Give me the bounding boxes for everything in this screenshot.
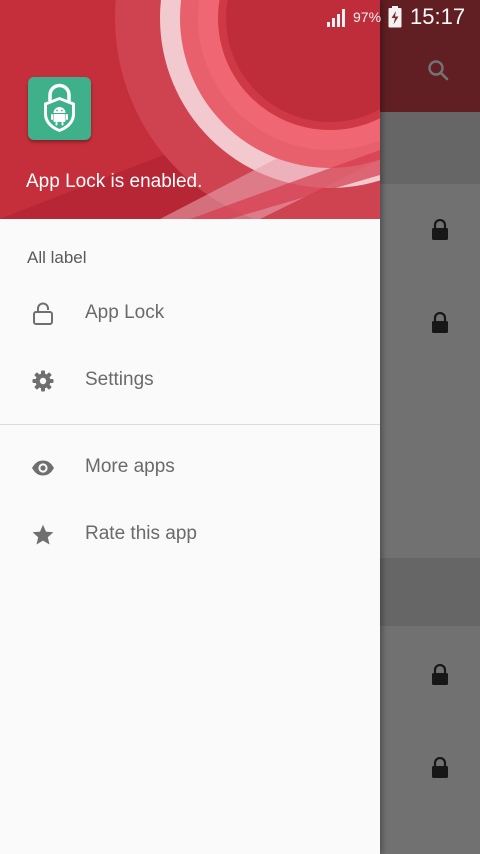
battery-charging-icon xyxy=(388,6,402,28)
menu-item-label: More apps xyxy=(85,456,175,477)
status-bar: 97% 15:17 xyxy=(0,0,480,36)
gear-icon xyxy=(32,370,54,392)
signal-icon xyxy=(327,9,345,27)
star-icon xyxy=(32,524,54,545)
section-label: All label xyxy=(27,248,87,267)
divider xyxy=(0,424,380,425)
battery-percent: 97% xyxy=(353,9,382,25)
navigation-drawer: App Lock is enabled. All label App Lock … xyxy=(0,0,380,854)
eye-icon xyxy=(32,460,54,476)
app-lock-android-icon xyxy=(28,77,91,140)
unlock-icon xyxy=(33,302,53,325)
menu-item-label: Rate this app xyxy=(85,523,197,544)
menu-item-rate-app[interactable]: Rate this app xyxy=(0,505,380,565)
clock: 15:17 xyxy=(410,4,466,29)
menu-item-more-apps[interactable]: More apps xyxy=(0,438,380,498)
lock-status-text: App Lock is enabled. xyxy=(26,171,203,192)
menu-item-label: App Lock xyxy=(85,302,165,323)
menu-item-settings[interactable]: Settings xyxy=(0,351,380,411)
menu-item-label: Settings xyxy=(85,369,154,390)
menu-item-app-lock[interactable]: App Lock xyxy=(0,284,380,344)
